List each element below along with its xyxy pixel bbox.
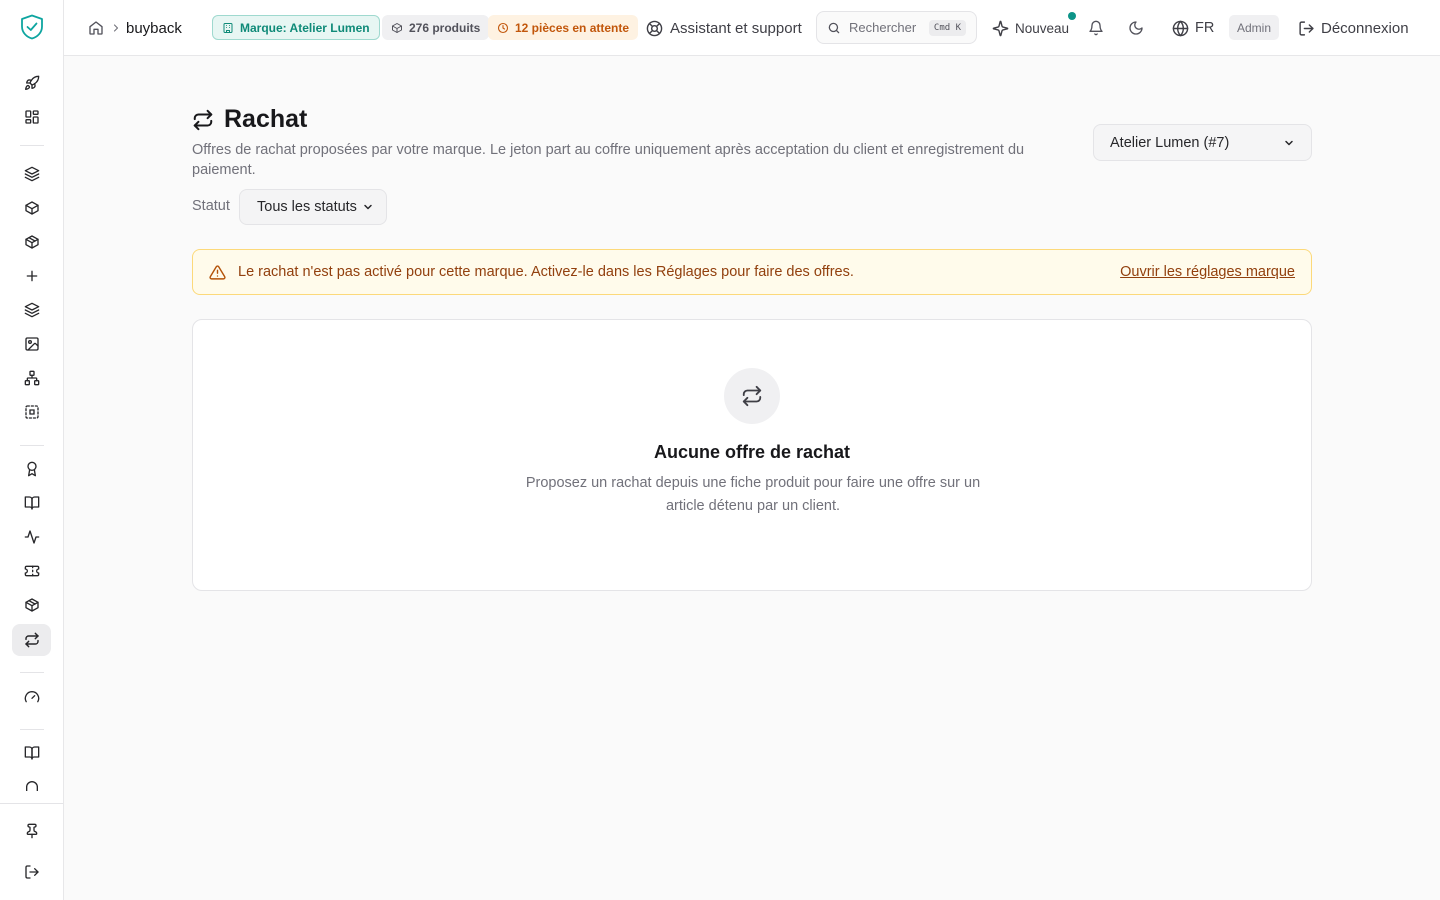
dashboard-grid-icon[interactable] — [12, 101, 51, 133]
products-pill[interactable]: 276 produits — [382, 15, 490, 40]
sidebar-divider — [20, 729, 44, 730]
new-label: Nouveau — [1015, 20, 1070, 36]
box-icon[interactable] — [12, 192, 51, 224]
globe-icon — [1172, 20, 1189, 37]
search-placeholder: Rechercher — [849, 20, 917, 35]
chevron-down-icon — [1283, 137, 1295, 149]
bell-icon[interactable] — [1086, 18, 1106, 38]
package-check-icon[interactable] — [12, 589, 51, 621]
status-filter-label: Statut — [192, 198, 230, 214]
new-button[interactable]: Nouveau — [992, 0, 1069, 56]
chevron-right-icon — [110, 0, 122, 56]
building-icon — [222, 22, 234, 34]
arch-icon[interactable] — [12, 773, 51, 791]
moon-icon[interactable] — [1126, 18, 1146, 38]
sidebar-divider — [0, 803, 63, 804]
page-title-text: Rachat — [224, 105, 308, 133]
sidebar-divider — [20, 445, 44, 446]
clock-icon — [497, 22, 509, 34]
repeat-icon — [192, 109, 214, 131]
brand-pill-label: Marque: Atelier Lumen — [240, 20, 370, 35]
repeat-icon — [724, 368, 780, 424]
pending-pill[interactable]: 12 pièces en attente — [488, 15, 639, 40]
warning-triangle-icon — [209, 264, 226, 281]
box-icon — [391, 22, 403, 34]
page-title: Rachat — [192, 105, 307, 134]
warning-alert: Le rachat n'est pas activé pour cette ma… — [192, 249, 1312, 295]
book-icon[interactable] — [12, 737, 51, 769]
network-icon[interactable] — [12, 362, 51, 394]
activity-icon[interactable] — [12, 521, 51, 553]
sidebar — [0, 0, 64, 900]
image-icon[interactable] — [12, 328, 51, 360]
gauge-icon[interactable] — [12, 681, 51, 713]
chevron-down-icon — [362, 201, 374, 213]
products-pill-label: 276 produits — [409, 20, 481, 35]
pending-pill-label: 12 pièces en attente — [515, 20, 630, 35]
sparkles-icon — [992, 20, 1009, 37]
layers-icon[interactable] — [12, 158, 51, 190]
language-switch[interactable]: FR — [1172, 0, 1214, 56]
search-icon — [827, 21, 841, 35]
status-select-value: Tous les statuts — [257, 199, 357, 215]
open-brand-settings-link[interactable]: Ouvrir les réglages marque — [1120, 264, 1295, 280]
brand-select-value: Atelier Lumen (#7) — [1110, 134, 1230, 151]
search-shortcut: Cmd K — [928, 19, 966, 36]
page-description: Offres de rachat proposées par votre mar… — [192, 142, 1025, 178]
empty-state-card: Aucune offre de rachat Proposez un racha… — [192, 319, 1312, 591]
sidebar-divider — [20, 672, 44, 673]
dashed-frame-icon[interactable] — [12, 396, 51, 428]
package-icon[interactable] — [12, 226, 51, 258]
lifebuoy-icon — [646, 20, 663, 37]
stack-icon[interactable] — [12, 294, 51, 326]
empty-state-title: Aucune offre de rachat — [653, 442, 851, 462]
warning-alert-text: Le rachat n'est pas activé pour cette ma… — [238, 264, 854, 280]
language-label: FR — [1195, 20, 1215, 36]
pin-icon[interactable] — [12, 815, 51, 847]
sidebar-divider — [20, 145, 44, 146]
award-icon[interactable] — [12, 453, 51, 485]
support-label: Assistant et support — [670, 19, 802, 37]
home-icon[interactable] — [88, 0, 104, 56]
book-open-icon[interactable] — [12, 487, 51, 519]
shield-logo-icon[interactable] — [20, 14, 44, 40]
empty-state-description: Proposez un rachat depuis une fiche prod… — [525, 475, 981, 514]
logout-button[interactable]: Déconnexion — [1298, 0, 1409, 56]
brand-pill[interactable]: Marque: Atelier Lumen — [212, 15, 380, 40]
logout-icon[interactable] — [12, 856, 51, 888]
search-input[interactable]: Rechercher Cmd K — [816, 11, 977, 44]
brand-select[interactable]: Atelier Lumen (#7) — [1093, 124, 1312, 161]
rocket-icon[interactable] — [12, 67, 51, 99]
status-select[interactable]: Tous les statuts — [239, 189, 387, 225]
logout-icon — [1298, 20, 1315, 37]
plus-icon[interactable] — [12, 260, 51, 292]
repeat-icon[interactable] — [12, 624, 51, 656]
ticket-icon[interactable] — [12, 555, 51, 587]
role-badge: Admin — [1229, 15, 1280, 40]
breadcrumb-current: buyback — [126, 19, 182, 37]
logout-label: Déconnexion — [1321, 19, 1409, 37]
topbar: buyback Marque: Atelier Lumen 276 produi… — [64, 0, 1440, 56]
support-link[interactable]: Assistant et support — [646, 0, 802, 56]
notification-dot — [1068, 12, 1076, 20]
